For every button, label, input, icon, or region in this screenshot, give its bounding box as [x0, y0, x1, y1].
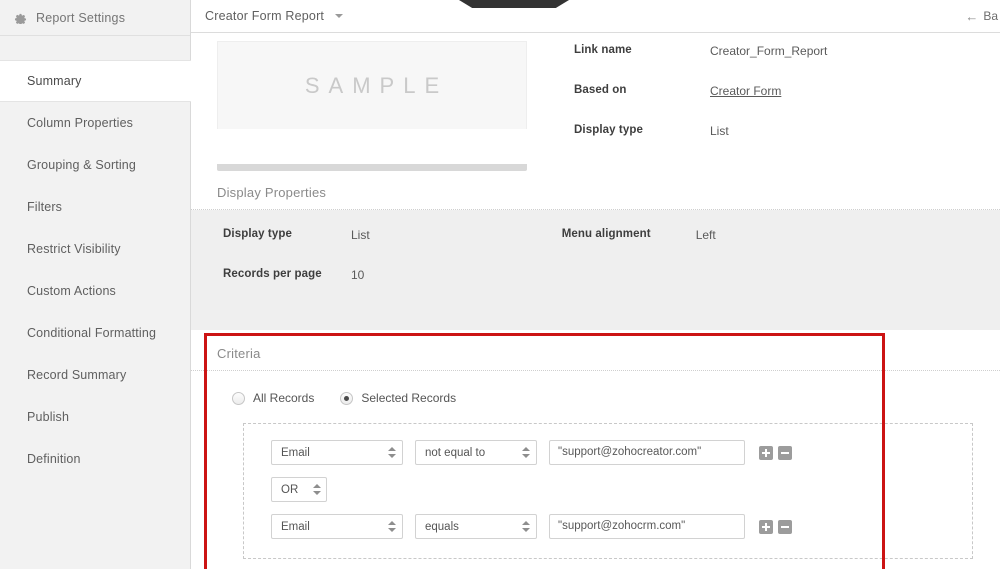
summary-field-link-name: Link name Creator_Form_Report: [574, 44, 827, 84]
display-properties-column-left: Display type List Records per page 10: [191, 228, 370, 308]
arrow-left-icon: ←: [965, 8, 979, 24]
criteria-group: Email not equal to "support@zohocreator.…: [243, 423, 973, 559]
sidebar-item-label: Grouping & Sorting: [27, 158, 137, 172]
spinner-icon: [313, 483, 322, 496]
sample-watermark-text: SAMPLE: [304, 72, 449, 98]
sidebar-item-label: Conditional Formatting: [27, 326, 157, 340]
display-property-records-per-page: Records per page 10: [223, 268, 370, 308]
add-condition-icon-2[interactable]: [759, 519, 773, 534]
gear-icon: [14, 11, 27, 24]
sidebar-item-label: Column Properties: [27, 116, 134, 130]
sidebar-item-record-summary[interactable]: Record Summary: [0, 354, 190, 396]
display-property-display-type: Display type List: [223, 228, 370, 268]
field-label: Display type: [574, 124, 643, 136]
app-root: Report Settings Summary Column Propertie…: [0, 0, 1000, 569]
criteria-logic-select[interactable]: OR: [271, 477, 327, 502]
remove-condition-icon-2[interactable]: [778, 519, 792, 534]
criteria-field-value: Email: [281, 520, 310, 533]
property-value: Left: [695, 228, 716, 242]
criteria-field-value: Email: [281, 446, 310, 459]
sidebar-item-restrict-visibility[interactable]: Restrict Visibility: [0, 228, 190, 270]
sidebar-title: Report Settings: [36, 10, 126, 25]
sidebar-item-label: Publish: [27, 410, 70, 424]
summary-section: SAMPLE Link name Creator_Form_Report Bas…: [191, 33, 1000, 164]
display-property-menu-alignment: Menu alignment Left: [562, 228, 716, 268]
summary-field-based-on: Based on Creator Form: [574, 84, 827, 124]
report-title-dropdown[interactable]: Creator Form Report: [205, 9, 343, 23]
criteria-field-select-2[interactable]: Email: [271, 514, 403, 539]
summary-fields: Link name Creator_Form_Report Based on C…: [574, 41, 827, 164]
sidebar-header: Report Settings: [0, 0, 190, 36]
add-condition-icon-1[interactable]: [759, 445, 773, 460]
add-group-button[interactable]: Add Group: [591, 563, 653, 569]
criteria-record-scope: All Records Selected Records: [191, 371, 1000, 405]
field-value: List: [710, 124, 729, 138]
criteria-row-logic: OR: [244, 477, 972, 502]
sidebar-item-conditional-formatting[interactable]: Conditional Formatting: [0, 312, 190, 354]
sidebar-item-label: Filters: [27, 200, 63, 214]
radio-all-records-label[interactable]: All Records: [253, 391, 314, 405]
sidebar-item-custom-actions[interactable]: Custom Actions: [0, 270, 190, 312]
display-properties-title: Display Properties: [217, 185, 327, 200]
criteria-operator-select-2[interactable]: equals: [415, 514, 537, 539]
sidebar-item-column-properties[interactable]: Column Properties: [0, 102, 190, 144]
field-label: Based on: [574, 84, 627, 96]
criteria-title: Criteria: [217, 346, 261, 361]
radio-selected-records-label[interactable]: Selected Records: [361, 391, 456, 405]
spinner-icon: [522, 446, 531, 459]
spinner-icon: [388, 446, 397, 459]
property-label: Menu alignment: [561, 228, 651, 240]
remove-condition-icon-1[interactable]: [778, 445, 792, 460]
criteria-logic-value: OR: [281, 483, 299, 496]
spinner-icon: [388, 520, 397, 533]
sidebar-nav: Summary Column Properties Grouping & Sor…: [0, 60, 191, 480]
sidebar-item-grouping-sorting[interactable]: Grouping & Sorting: [0, 144, 190, 186]
property-value: 10: [351, 268, 365, 282]
criteria-row-2: Email equals "support@zohocrm.com": [244, 514, 972, 539]
sidebar-item-label: Custom Actions: [27, 284, 116, 298]
sidebar-item-label: Record Summary: [27, 368, 127, 382]
property-label: Records per page: [223, 268, 322, 280]
summary-field-display-type: Display type List: [574, 124, 827, 164]
criteria-field-select-1[interactable]: Email: [271, 440, 403, 465]
criteria-row-1: Email not equal to "support@zohocreator.…: [244, 440, 972, 465]
sidebar-item-label: Summary: [27, 74, 82, 88]
sidebar-item-label: Definition: [27, 452, 81, 466]
back-link[interactable]: ← Ba: [965, 9, 1000, 24]
sidebar-item-filters[interactable]: Filters: [0, 186, 190, 228]
floating-tooltip-nub: [459, 0, 569, 8]
back-label: Ba: [983, 9, 998, 23]
sidebar-item-summary[interactable]: Summary: [0, 60, 191, 102]
criteria-operator-value: not equal to: [425, 446, 486, 459]
chevron-down-icon: [334, 14, 343, 18]
radio-all-records[interactable]: [232, 391, 245, 405]
radio-selected-records[interactable]: [340, 391, 354, 405]
criteria-value-input-2[interactable]: "support@zohocrm.com": [549, 514, 745, 539]
sidebar-item-label: Restrict Visibility: [27, 242, 121, 256]
sample-preview-box: SAMPLE: [217, 41, 527, 129]
display-properties-column-right: Menu alignment Left: [370, 228, 716, 308]
sample-preview-footer: [217, 164, 527, 171]
property-value: List: [351, 228, 370, 242]
content-area: SAMPLE Link name Creator_Form_Report Bas…: [191, 33, 1000, 569]
criteria-operator-value: equals: [425, 520, 459, 533]
property-label: Display type: [223, 228, 292, 240]
criteria-section: Criteria All Records Selected Records Em…: [191, 330, 1000, 569]
sidebar: Report Settings Summary Column Propertie…: [0, 0, 191, 569]
display-properties-panel: Display type List Records per page 10 Me…: [191, 210, 1000, 330]
report-title-label: Creator Form Report: [205, 9, 325, 23]
sidebar-item-publish[interactable]: Publish: [0, 396, 190, 438]
add-group-bar: Add Group: [191, 563, 1000, 569]
criteria-value-input-1[interactable]: "support@zohocreator.com": [549, 440, 745, 465]
top-bar: Creator Form Report ← Ba: [191, 0, 1000, 33]
field-value: Creator_Form_Report: [710, 44, 828, 58]
field-value-link[interactable]: Creator Form: [710, 84, 781, 98]
spinner-icon: [522, 520, 531, 533]
field-label: Link name: [574, 44, 632, 56]
sidebar-item-definition[interactable]: Definition: [0, 438, 190, 480]
report-preview: SAMPLE: [217, 41, 527, 164]
criteria-operator-select-1[interactable]: not equal to: [415, 440, 537, 465]
